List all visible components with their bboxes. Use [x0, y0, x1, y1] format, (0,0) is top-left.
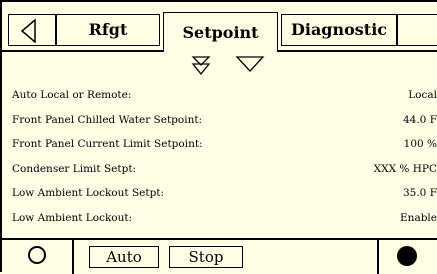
scroll-up-button[interactable] — [190, 55, 212, 77]
row-value: 100 % — [403, 138, 437, 150]
row-label: Auto Local or Remote: — [12, 89, 132, 101]
double-triangle-down-icon — [191, 56, 211, 76]
row-label: Low Ambient Lockout: — [12, 211, 133, 224]
open-circle-icon[interactable] — [28, 246, 46, 264]
setpoint-row-low-ambient-setpt[interactable]: Low Ambient Lockout Setpt: 35.0 F — [0, 181, 437, 206]
tab-diagnostic[interactable]: Diagnostic — [281, 14, 397, 46]
tab-divider-left — [0, 50, 164, 52]
tab-setpoint[interactable]: Setpoint — [163, 12, 278, 52]
bottom-bar: Auto Stop — [0, 238, 437, 274]
row-value: 44.0 F — [402, 113, 437, 126]
stop-button[interactable]: Stop — [169, 246, 243, 268]
setpoint-list: Auto Local or Remote: Local Front Panel … — [0, 83, 437, 230]
row-label: Front Panel Current Limit Setpoint: — [12, 138, 203, 150]
bottom-divider — [377, 240, 379, 274]
row-value: XXX % HPC — [373, 162, 437, 175]
setpoint-row-low-ambient-lockout[interactable]: Low Ambient Lockout: Enable — [0, 206, 437, 231]
row-label: Condenser Limit Setpt: — [12, 162, 137, 175]
setpoint-row-auto-local-remote[interactable]: Auto Local or Remote: Local — [0, 83, 437, 108]
scroll-down-button[interactable] — [235, 55, 265, 73]
tab-back-button[interactable] — [8, 14, 56, 46]
row-value: 35.0 F — [402, 187, 437, 199]
triangle-down-icon — [235, 56, 265, 72]
tab-bar: Rfgt Setpoint Diagnostic — [0, 0, 437, 52]
setpoint-row-condenser-limit[interactable]: Condenser Limit Setpt: XXX % HPC — [0, 157, 437, 182]
row-value: Local — [408, 89, 437, 101]
row-value: Enable — [400, 211, 437, 224]
auto-button[interactable]: Auto — [89, 246, 159, 268]
row-label: Front Panel Chilled Water Setpoint: — [12, 113, 203, 126]
row-label: Low Ambient Lockout Setpt: — [12, 187, 165, 199]
tab-divider-right — [277, 50, 437, 52]
tab-overflow-area — [397, 14, 437, 46]
setpoint-row-current-limit[interactable]: Front Panel Current Limit Setpoint: 100 … — [0, 132, 437, 157]
triangle-left-icon — [20, 19, 36, 43]
filled-circle-icon[interactable] — [397, 246, 417, 266]
setpoint-row-chilled-water[interactable]: Front Panel Chilled Water Setpoint: 44.0… — [0, 108, 437, 133]
bottom-divider — [72, 240, 74, 274]
tab-rfgt[interactable]: Rfgt — [56, 14, 160, 46]
